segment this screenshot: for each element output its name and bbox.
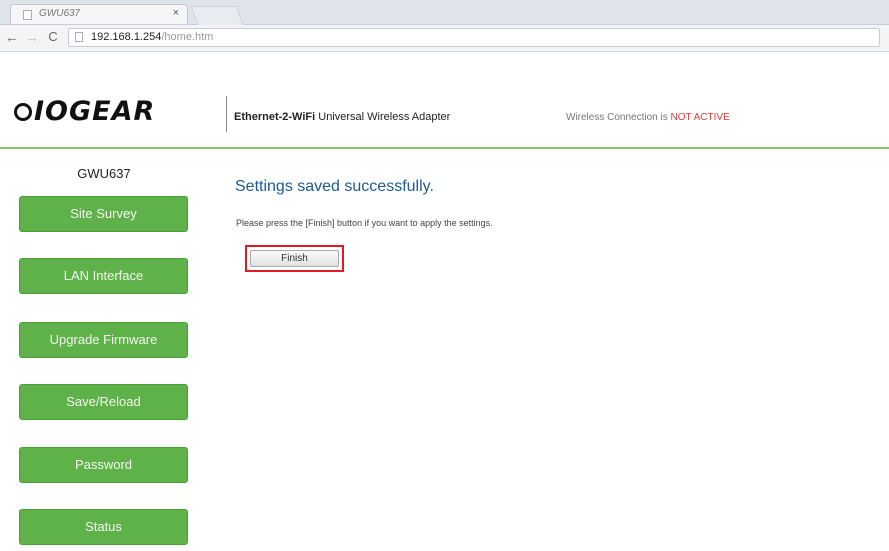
page-favicon-icon	[23, 10, 32, 20]
model-name: GWU637	[77, 166, 131, 181]
address-bar[interactable]: 192.168.1.254/home.htm	[68, 28, 880, 47]
wireless-status-value: NOT ACTIVE	[670, 112, 730, 123]
browser-tabstrip: GWU637 ×	[0, 0, 889, 25]
forward-arrow-icon[interactable]: →	[24, 29, 40, 45]
url-text[interactable]: 192.168.1.254/home.htm	[91, 31, 213, 43]
finish-button[interactable]: Finish	[250, 250, 339, 267]
header-rule	[0, 147, 889, 149]
new-tab-button[interactable]	[190, 6, 244, 25]
wireless-status: Wireless Connection is NOT ACTIVE	[566, 112, 730, 123]
iogear-logo: IOGEAR	[14, 96, 155, 127]
product-name: Ethernet-2-WiFi Universal Wireless Adapt…	[234, 111, 450, 123]
sidebar-item-site-survey[interactable]: Site Survey	[19, 196, 188, 232]
sidebar-item-lan-interface[interactable]: LAN Interface	[19, 258, 188, 294]
sidebar-item-status[interactable]: Status	[19, 509, 188, 545]
reload-icon[interactable]: C	[45, 29, 61, 44]
finish-highlight: Finish	[245, 245, 344, 272]
page-icon	[75, 32, 83, 42]
product-name-bold: Ethernet-2-WiFi	[234, 111, 316, 123]
instruction-text: Please press the [Finish] button if you …	[236, 218, 493, 228]
url-host: 192.168.1.254	[91, 31, 162, 43]
logo-text: IOGEAR	[34, 96, 156, 127]
back-arrow-icon[interactable]: ←	[4, 29, 20, 45]
wireless-status-label: Wireless Connection is	[566, 112, 671, 123]
sidebar-item-upgrade-firmware[interactable]: Upgrade Firmware	[19, 322, 188, 358]
sidebar-item-save-reload[interactable]: Save/Reload	[19, 384, 188, 420]
browser-tab[interactable]: GWU637 ×	[10, 4, 188, 24]
tab-title: GWU637	[39, 8, 81, 19]
success-message: Settings saved successfully.	[235, 178, 434, 195]
product-name-rest: Universal Wireless Adapter	[315, 111, 451, 123]
url-path: /home.htm	[161, 31, 214, 43]
header-divider	[226, 96, 227, 132]
tab-close-icon[interactable]: ×	[173, 7, 179, 19]
logo-mark-icon	[14, 103, 32, 121]
browser-toolbar: ← → C 192.168.1.254/home.htm	[0, 25, 889, 52]
sidebar-item-password[interactable]: Password	[19, 447, 188, 483]
